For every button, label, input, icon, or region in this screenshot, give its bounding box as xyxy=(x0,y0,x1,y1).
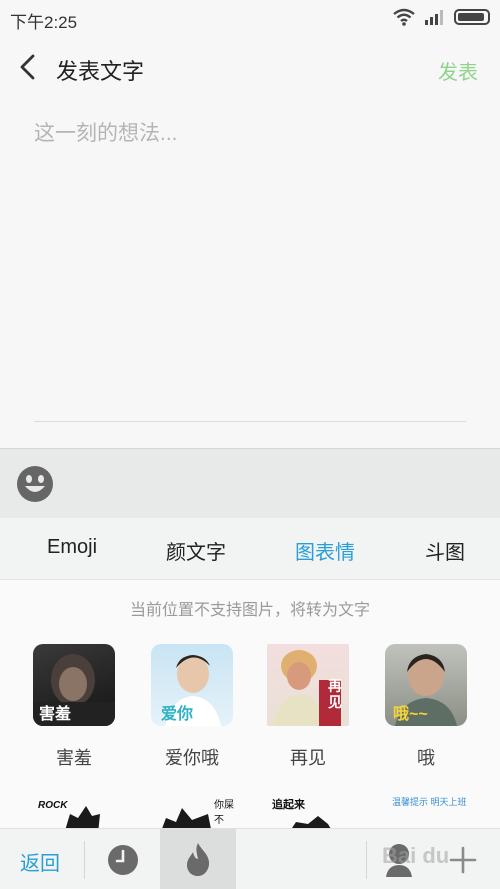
sticker-label: 哦 xyxy=(417,748,435,768)
sticker-thumbnail: 爱你 xyxy=(151,644,233,726)
sticker-item[interactable]: 温馨提示 明天上班 xyxy=(386,794,470,828)
tab-doutu[interactable]: 斗图 xyxy=(425,536,465,565)
smiley-icon[interactable] xyxy=(16,465,54,503)
tab-image-stickers[interactable]: 图表情 xyxy=(295,536,355,565)
sticker-item[interactable]: 爱你 爱你哦 xyxy=(150,644,234,770)
sticker-item[interactable]: 再见 再见 xyxy=(266,644,350,770)
sticker-item[interactable]: 哦~~ 哦 xyxy=(384,644,468,770)
title-bar: 发表文字 发表 xyxy=(0,36,500,98)
sticker-item[interactable]: ROCK xyxy=(34,794,118,828)
sticker-item[interactable]: 你屎不 xyxy=(152,794,236,828)
watermark-logo: Bai du xyxy=(382,843,450,868)
tab-kaomoji[interactable]: 颜文字 xyxy=(166,536,226,565)
sticker-overlay-text: 再见 xyxy=(328,678,342,710)
sticker-label: 爱你哦 xyxy=(165,748,219,768)
status-time: 下午2:25 xyxy=(10,13,78,32)
sticker-thumbnail: 哦~~ xyxy=(385,644,467,726)
signal-icon xyxy=(425,10,443,25)
sticker-overlay-text: 哦~~ xyxy=(393,706,428,723)
status-bar: 下午2:25 xyxy=(0,0,500,36)
flame-icon xyxy=(187,843,210,876)
status-icons xyxy=(392,8,490,26)
wifi-icon xyxy=(393,8,415,26)
sticker-caption: 你屎不 xyxy=(214,800,234,826)
back-arrow-icon[interactable] xyxy=(14,52,44,82)
clock-icon[interactable] xyxy=(106,843,140,877)
add-icon[interactable] xyxy=(448,845,478,875)
tab-bar: Emoji 颜文字 图表情 斗图 xyxy=(0,518,500,580)
bottom-bar: 返回 Bai du xyxy=(0,828,500,889)
sticker-caption: ROCK xyxy=(38,800,68,811)
divider xyxy=(84,841,85,879)
sticker-caption: 追起来 xyxy=(272,799,305,811)
sticker-thumbnail: 害羞 xyxy=(33,644,115,726)
compose-input[interactable] xyxy=(34,122,464,146)
emoji-toolbar xyxy=(0,448,500,518)
sticker-overlay-text: 害羞 xyxy=(39,706,72,723)
publish-button[interactable]: 发表 xyxy=(438,56,478,85)
sticker-item[interactable]: 追起来 xyxy=(268,794,352,828)
tab-emoji[interactable]: Emoji xyxy=(47,536,97,559)
compose-area xyxy=(0,98,500,448)
notice-text: 当前位置不支持图片，将转为文字 xyxy=(129,602,370,619)
sticker-panel: 当前位置不支持图片，将转为文字 害羞 害羞 爱你 爱你哦 再见 再见 哦~~ 哦… xyxy=(0,580,500,828)
battery-icon xyxy=(454,9,490,25)
hot-tab[interactable] xyxy=(160,829,236,889)
sticker-label: 再见 xyxy=(290,748,326,768)
sticker-item[interactable]: 害羞 害羞 xyxy=(32,644,116,770)
page-title: 发表文字 xyxy=(56,59,145,84)
sticker-caption: 温馨提示 明天上班 xyxy=(392,797,467,807)
sticker-thumbnail: 再见 xyxy=(267,644,349,726)
divider xyxy=(366,841,367,879)
compose-divider xyxy=(34,421,466,422)
back-button[interactable]: 返回 xyxy=(20,847,60,876)
sticker-label: 害羞 xyxy=(56,748,92,768)
sticker-overlay-text: 爱你 xyxy=(161,706,194,723)
